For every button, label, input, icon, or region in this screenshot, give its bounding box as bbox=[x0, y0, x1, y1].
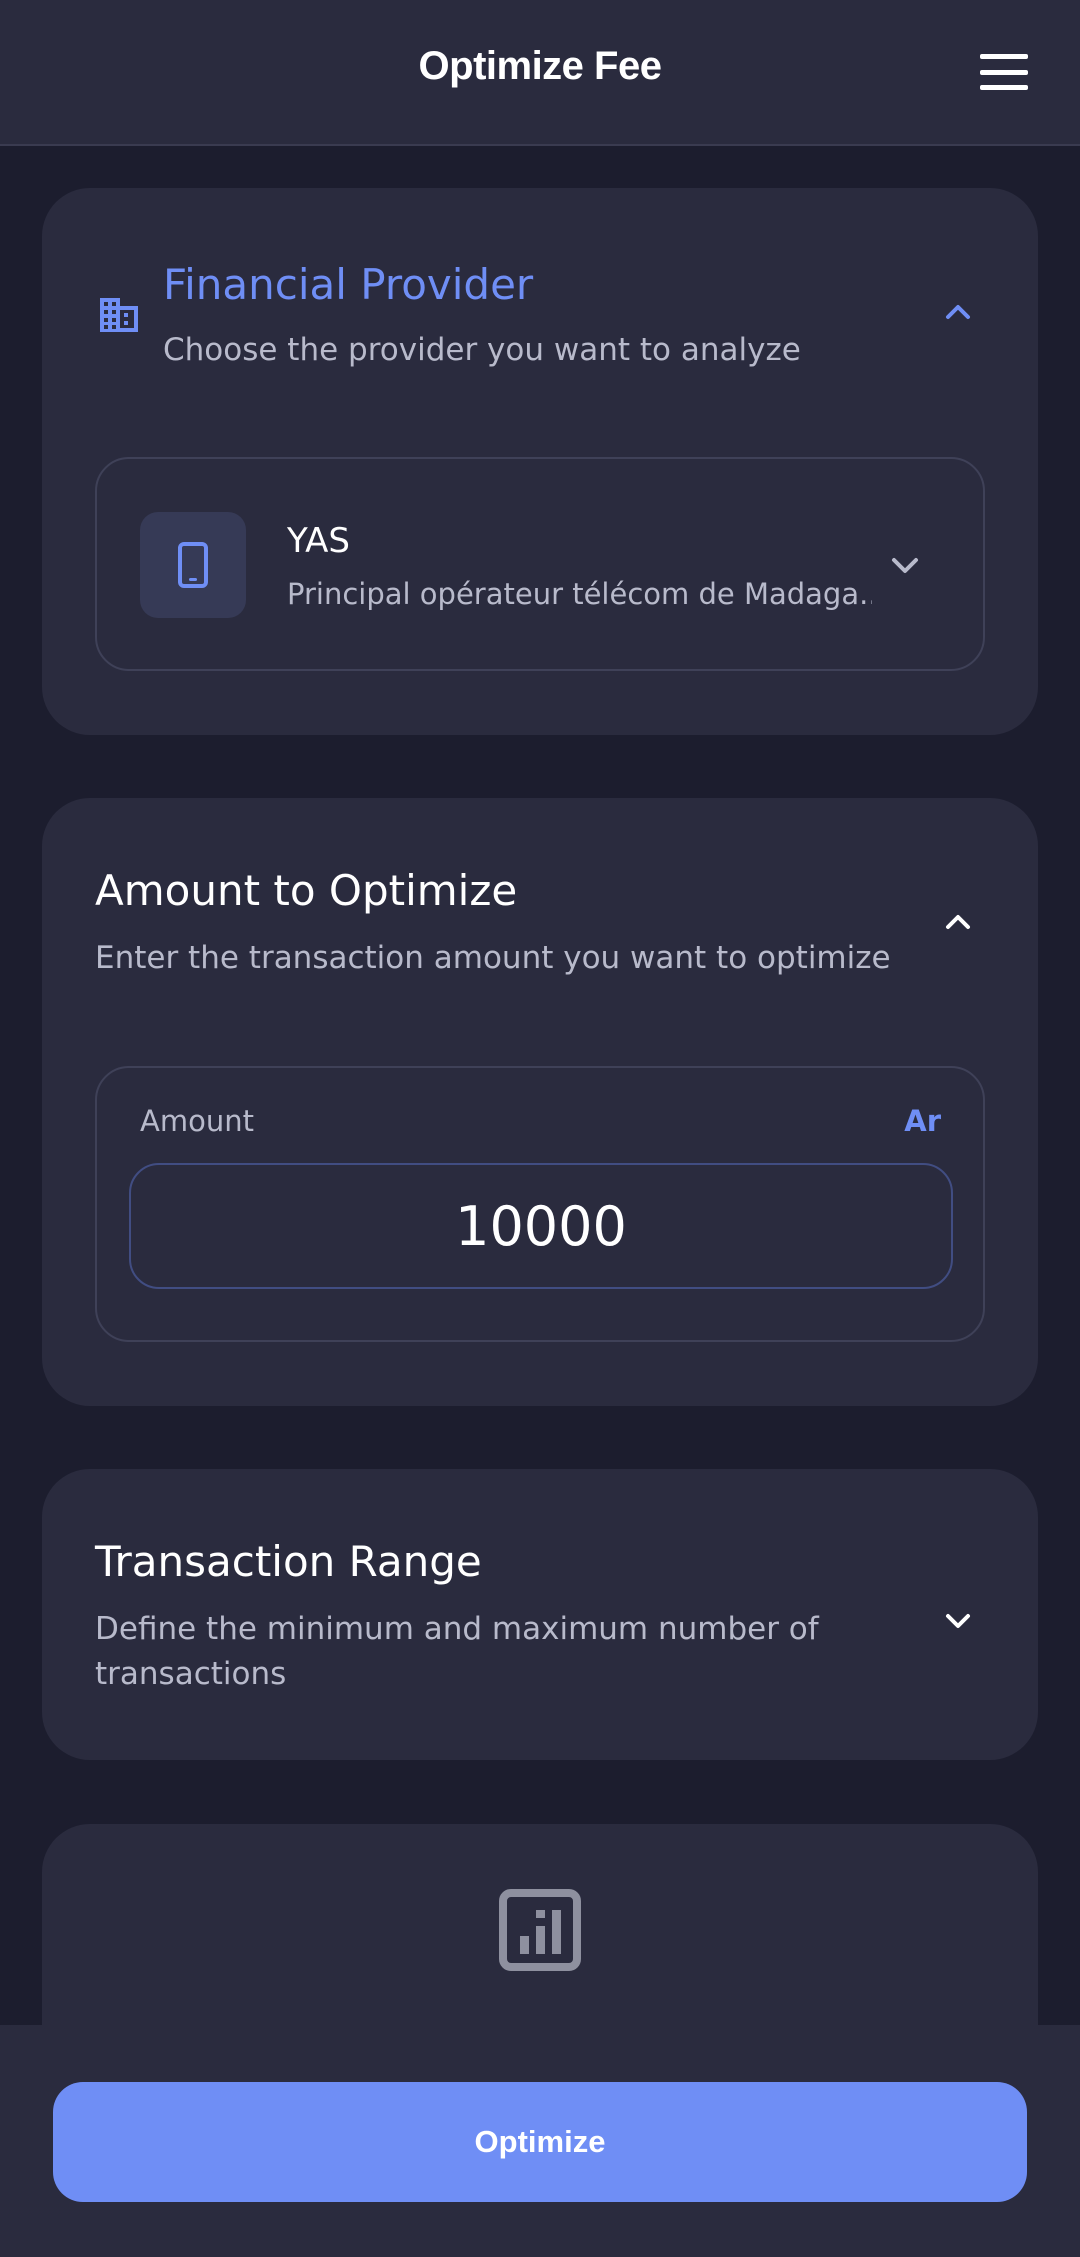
optimize-button[interactable]: Optimize bbox=[53, 2082, 1027, 2202]
provider-section-subtitle: Choose the provider you want to analyze bbox=[163, 332, 801, 368]
hamburger-menu-icon[interactable] bbox=[980, 54, 1028, 90]
transaction-range-card[interactable]: Transaction Range Define the minimum and… bbox=[42, 1469, 1038, 1760]
chevron-down-icon[interactable] bbox=[938, 1601, 978, 1641]
amount-label: Amount bbox=[140, 1104, 254, 1138]
provider-section-title: Financial Provider bbox=[163, 260, 534, 309]
range-section-subtitle: Define the minimum and maximum number of… bbox=[95, 1611, 819, 1692]
amount-section-title: Amount to Optimize bbox=[95, 866, 518, 915]
chevron-down-icon[interactable] bbox=[885, 545, 925, 585]
page-title: Optimize Fee bbox=[418, 44, 662, 88]
currency-label: Ar bbox=[904, 1104, 941, 1138]
bar-chart-icon bbox=[499, 1889, 581, 1971]
top-app-bar: Optimize Fee bbox=[0, 0, 1080, 146]
smartphone-icon bbox=[178, 542, 208, 588]
chevron-up-icon[interactable] bbox=[938, 292, 978, 332]
provider-selector[interactable]: YAS Principal opérateur télécom de Madag… bbox=[95, 457, 985, 671]
menu-line bbox=[980, 54, 1028, 59]
provider-name: YAS bbox=[287, 521, 350, 561]
menu-line bbox=[980, 85, 1028, 90]
building-icon bbox=[100, 298, 138, 332]
provider-logo bbox=[140, 512, 246, 618]
financial-provider-card: Financial Provider Choose the provider y… bbox=[42, 188, 1038, 735]
chevron-up-icon[interactable] bbox=[938, 902, 978, 942]
menu-line bbox=[980, 69, 1028, 75]
provider-description: Principal opérateur télécom de Madaga... bbox=[287, 577, 872, 611]
amount-input[interactable] bbox=[129, 1163, 953, 1289]
amount-section-subtitle: Enter the transaction amount you want to… bbox=[95, 940, 891, 976]
app-root: Optimize Fee Financial Provider Choose t… bbox=[0, 0, 1080, 2257]
amount-field-container: Amount Ar bbox=[95, 1066, 985, 1342]
bottom-action-bar: Optimize bbox=[0, 2025, 1080, 2257]
range-section-title: Transaction Range bbox=[95, 1537, 482, 1586]
amount-card: Amount to Optimize Enter the transaction… bbox=[42, 798, 1038, 1406]
